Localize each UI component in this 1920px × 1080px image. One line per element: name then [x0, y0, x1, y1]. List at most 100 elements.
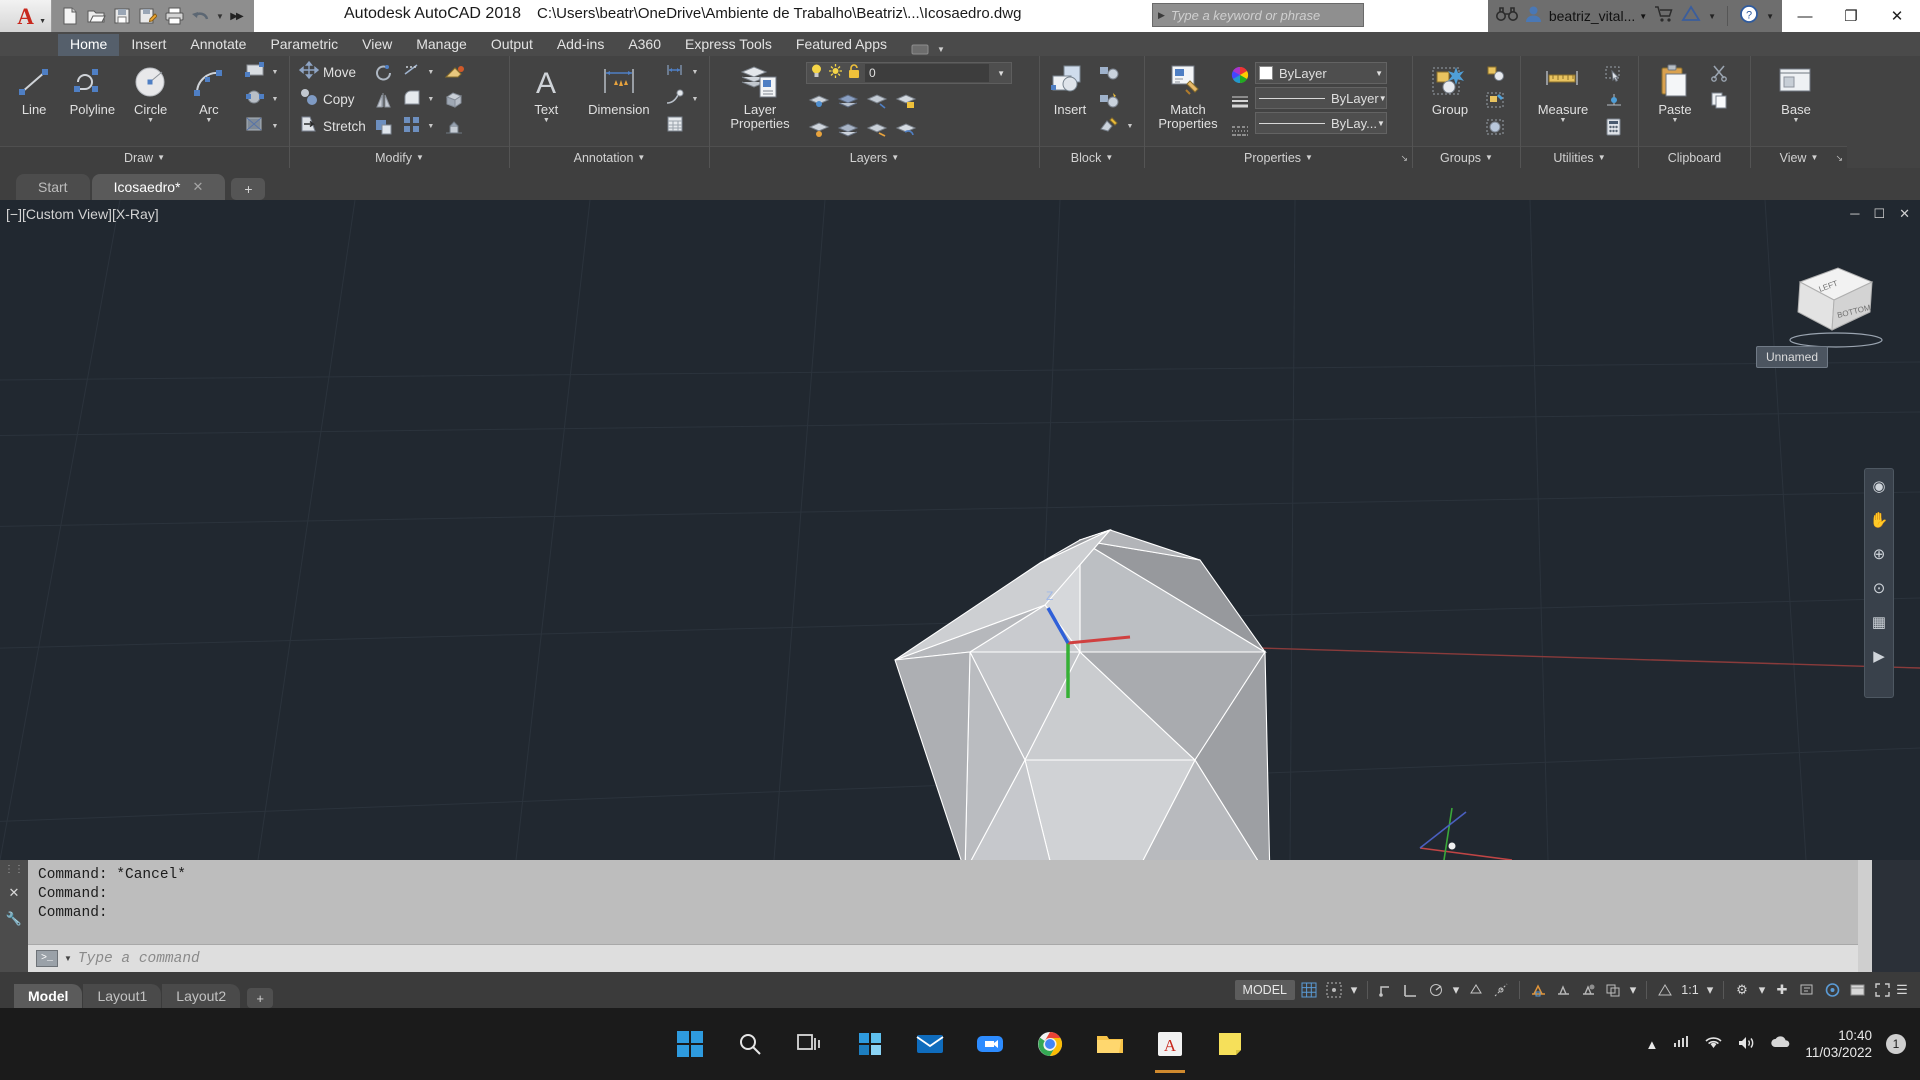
ungroup-icon[interactable]: [1483, 60, 1509, 85]
viewcube-menu-icon[interactable]: ▶: [1873, 647, 1885, 665]
unlock-icon[interactable]: [847, 63, 861, 84]
tab-addins[interactable]: Add-ins: [545, 34, 616, 56]
binoculars-icon[interactable]: [1495, 5, 1518, 28]
linetype-select[interactable]: ByLayer ▼: [1255, 87, 1387, 109]
chevron-down-icon[interactable]: ▼: [270, 96, 280, 103]
polar-dropdown-icon[interactable]: ▾: [1450, 977, 1462, 1003]
panel-modify-label[interactable]: Modify ▼: [290, 146, 509, 168]
close-viewport-icon[interactable]: ✕: [1899, 206, 1910, 222]
dimension-button[interactable]: Dimension: [579, 60, 659, 117]
panel-draw-label[interactable]: Draw ▼: [0, 146, 289, 168]
table-button[interactable]: [661, 114, 703, 139]
arc-button[interactable]: Arc ▼: [181, 60, 237, 125]
chevron-down-icon[interactable]: ▼: [426, 123, 436, 130]
orbit-icon[interactable]: ⊙: [1873, 579, 1886, 597]
polyline-button[interactable]: Polyline: [64, 60, 120, 117]
model-space-button[interactable]: MODEL: [1234, 980, 1295, 1000]
trim-button[interactable]: ▼: [399, 60, 439, 85]
pan-icon[interactable]: ✋: [1870, 511, 1889, 529]
doc-tab-start[interactable]: Start: [16, 174, 90, 200]
minimize-button[interactable]: —: [1782, 0, 1828, 32]
layer-freeze-icon[interactable]: [864, 88, 890, 113]
save-as-icon[interactable]: [136, 4, 160, 28]
chevron-down-icon[interactable]: ▼: [147, 117, 154, 125]
layer-properties-button[interactable]: Layer Properties: [716, 60, 804, 131]
chevron-down-icon[interactable]: ▼: [1672, 117, 1679, 125]
rotate-icon[interactable]: [371, 60, 397, 85]
sun-icon[interactable]: [828, 63, 843, 84]
layer-control-bar[interactable]: 0 ▼: [806, 62, 1012, 84]
snap-dropdown-icon[interactable]: ▾: [1348, 977, 1360, 1003]
create-block-icon[interactable]: [1096, 60, 1122, 85]
command-scrollbar[interactable]: [1858, 860, 1872, 972]
chrome-icon[interactable]: [1033, 1027, 1067, 1061]
ribbon-overflow[interactable]: ▼: [911, 43, 945, 56]
chevron-down-icon[interactable]: ▼: [1793, 117, 1800, 125]
chevron-down-icon[interactable]: ▼: [1377, 119, 1385, 128]
chevron-down-icon[interactable]: ▼: [426, 96, 436, 103]
new-tab-button[interactable]: +: [231, 178, 266, 200]
lineweight-icon[interactable]: [1227, 90, 1253, 115]
status-overflow-icon[interactable]: ☰: [1896, 977, 1908, 1003]
extrude-icon[interactable]: [441, 87, 467, 112]
network-icon[interactable]: [1672, 1035, 1690, 1054]
new-layout-button[interactable]: +: [247, 988, 274, 1008]
chevron-down-icon[interactable]: ▼: [270, 69, 280, 76]
mirror-icon[interactable]: [371, 87, 397, 112]
undo-dropdown-icon[interactable]: ▼: [214, 4, 226, 28]
cart-icon[interactable]: [1654, 5, 1674, 28]
drag-handle-icon[interactable]: ⋮⋮: [4, 864, 24, 875]
array-button[interactable]: ▼: [399, 114, 439, 139]
layer-isolate-icon[interactable]: [806, 88, 832, 113]
chevron-down-icon[interactable]: ▼: [993, 69, 1009, 78]
wifi-icon[interactable]: [1704, 1035, 1723, 1054]
chevron-down-icon[interactable]: ▼: [64, 954, 72, 963]
match-properties-button[interactable]: Match Properties: [1151, 60, 1225, 131]
chevron-down-icon[interactable]: ▼: [1125, 123, 1135, 130]
infer-constraints-icon[interactable]: [1375, 977, 1397, 1003]
grid-display-icon[interactable]: [1298, 977, 1320, 1003]
chevron-down-icon[interactable]: ▼: [1560, 117, 1567, 125]
fillet-button[interactable]: ▼: [399, 87, 439, 112]
rectangle-button[interactable]: ▼: [241, 60, 283, 85]
scale-icon[interactable]: [371, 114, 397, 139]
layer-match-icon[interactable]: [864, 117, 890, 142]
chevron-down-icon[interactable]: ▼: [690, 69, 700, 76]
erase-icon[interactable]: [441, 60, 467, 85]
base-view-button[interactable]: Base ▼: [1765, 60, 1827, 125]
search-icon[interactable]: [733, 1027, 767, 1061]
open-file-icon[interactable]: [84, 4, 108, 28]
fullscreen-icon[interactable]: [1871, 977, 1893, 1003]
search-input[interactable]: [1170, 7, 1349, 23]
customize-wrench-icon[interactable]: 🔧: [6, 911, 22, 927]
steering-wheel-icon[interactable]: ◉: [1872, 477, 1885, 495]
edit-block-icon[interactable]: [1096, 87, 1122, 112]
layer-merge-icon[interactable]: [835, 117, 861, 142]
3dsolid-icon[interactable]: [441, 114, 467, 139]
copy-button[interactable]: Copy: [296, 87, 369, 112]
chevron-down-icon[interactable]: ▾: [1627, 977, 1639, 1003]
cut-icon[interactable]: [1707, 60, 1733, 85]
store-icon[interactable]: [853, 1027, 887, 1061]
autodesk-360-icon[interactable]: [1681, 4, 1701, 28]
snap-mode-icon[interactable]: [1323, 977, 1345, 1003]
chevron-down-icon[interactable]: ▼: [1375, 69, 1383, 78]
onedrive-icon[interactable]: [1770, 1035, 1791, 1053]
measure-button[interactable]: Measure ▼: [1527, 60, 1599, 125]
doc-tab-icosaedro[interactable]: Icosaedro* ✕: [91, 174, 226, 200]
viewport-label[interactable]: [−][Custom View][X-Ray]: [6, 206, 159, 222]
show-hidden-icons-icon[interactable]: ▲: [1646, 1037, 1659, 1052]
chevron-down-icon[interactable]: ▼: [205, 117, 212, 125]
tab-annotate[interactable]: Annotate: [178, 34, 258, 56]
command-input-row[interactable]: >_ ▼: [28, 944, 1872, 972]
chevron-down-icon[interactable]: ▼: [690, 96, 700, 103]
restore-button[interactable]: ❐: [1828, 0, 1874, 32]
volume-icon[interactable]: [1737, 1035, 1756, 1054]
zoom-extents-icon[interactable]: ⊕: [1873, 545, 1886, 563]
windows-start-icon[interactable]: [673, 1027, 707, 1061]
scale-dropdown-icon[interactable]: ▾: [1704, 977, 1716, 1003]
user-account-menu[interactable]: beatriz_vital... ▼: [1549, 8, 1647, 24]
workspace-gear-icon[interactable]: ⚙: [1731, 977, 1753, 1003]
paste-button[interactable]: Paste ▼: [1645, 60, 1705, 125]
isolate-objects-icon[interactable]: [1796, 977, 1818, 1003]
